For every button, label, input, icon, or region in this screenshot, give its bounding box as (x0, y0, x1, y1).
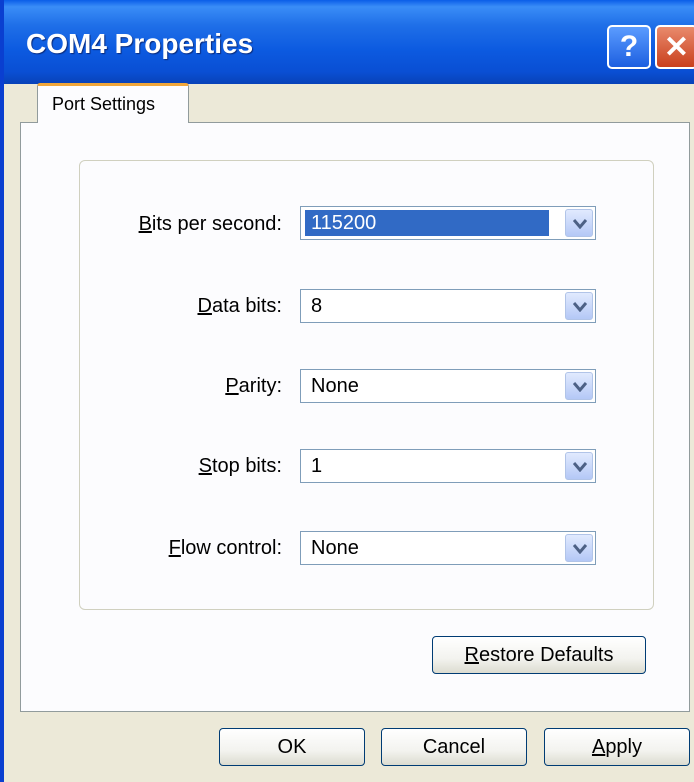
bits-per-second-value: 115200 (305, 210, 549, 236)
question-mark-icon: ? (619, 30, 639, 63)
flow-control-select[interactable]: None (300, 531, 596, 565)
tab-port-settings[interactable]: Port Settings (37, 83, 189, 123)
parity-dropdown-button[interactable] (565, 372, 593, 400)
bits-per-second-label: Bits per second: (138, 213, 282, 235)
close-x-icon: ✕ (663, 30, 690, 64)
flow-control-dropdown-button[interactable] (565, 534, 593, 562)
data-bits-value: 8 (311, 295, 323, 317)
tab-port-settings-label: Port Settings (52, 94, 156, 114)
stop-bits-value: 1 (311, 455, 323, 477)
ok-button[interactable]: OK (219, 728, 365, 766)
data-bits-label: Data bits: (197, 295, 283, 317)
chevron-down-icon (573, 219, 587, 229)
chevron-down-icon (573, 382, 587, 392)
parity-select[interactable]: None (300, 369, 596, 403)
bits-per-second-dropdown-button[interactable] (565, 209, 593, 237)
data-bits-dropdown-button[interactable] (565, 292, 593, 320)
chevron-down-icon (573, 544, 587, 554)
title-bar[interactable]: COM4 Properties ? ✕ (4, 0, 694, 84)
parity-label: Parity: (225, 375, 282, 397)
stop-bits-label: Stop bits: (198, 455, 282, 477)
chevron-down-icon (573, 462, 587, 472)
flow-control-label: Flow control: (168, 537, 282, 559)
cancel-button[interactable]: Cancel (381, 728, 527, 766)
flow-control-value: None (311, 537, 359, 559)
com-properties-dialog: COM4 Properties ? ✕ Port Settings Bits p… (0, 0, 694, 782)
stop-bits-select[interactable]: 1 (300, 449, 596, 483)
bits-per-second-select[interactable]: 115200 (300, 206, 596, 240)
parity-value: None (311, 375, 359, 397)
stop-bits-dropdown-button[interactable] (565, 452, 593, 480)
window-title: COM4 Properties (26, 28, 254, 59)
chevron-down-icon (573, 302, 587, 312)
help-button[interactable]: ? (607, 25, 651, 69)
close-button[interactable]: ✕ (655, 25, 694, 69)
data-bits-select[interactable]: 8 (300, 289, 596, 323)
restore-defaults-button[interactable]: Restore Defaults (432, 636, 646, 674)
apply-button[interactable]: Apply (544, 728, 690, 766)
